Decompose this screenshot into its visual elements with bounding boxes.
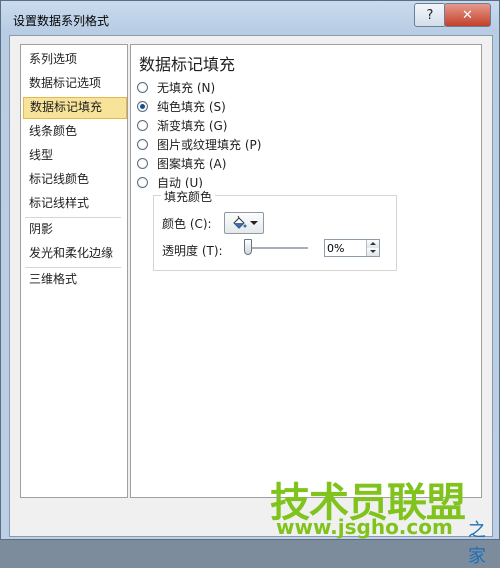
transparency-input[interactable] xyxy=(327,241,365,255)
chevron-down-icon xyxy=(249,221,258,225)
nav-item-marker-line-color[interactable]: 标记线颜色 xyxy=(23,169,125,189)
radio-no-fill[interactable] xyxy=(137,81,148,93)
fill-color-group: 填充颜色 颜色 (C): 透明度 (T): xyxy=(153,188,397,271)
fill-color-dropdown[interactable] xyxy=(224,212,264,234)
nav-divider xyxy=(25,217,121,218)
close-button[interactable]: ✕ xyxy=(444,3,491,27)
close-icon: ✕ xyxy=(462,7,473,23)
transparency-slider-track[interactable] xyxy=(246,247,308,249)
dialog-client-area: 系列选项 数据标记选项 数据标记填充 线条颜色 线型 标记线颜色 标记线样式 阴… xyxy=(9,35,493,537)
help-icon: ? xyxy=(426,7,434,23)
settings-panel: 数据标记填充 无填充 (N) 纯色填充 (S) 渐变填充 (G) 图片或纹理填充… xyxy=(130,44,482,498)
nav-item-3d-format[interactable]: 三维格式 xyxy=(23,269,125,289)
nav-item-marker-line-style[interactable]: 标记线样式 xyxy=(23,193,125,213)
paint-bucket-icon xyxy=(232,215,246,229)
watermark-suffix: 之家 xyxy=(468,520,486,567)
group-title: 填充颜色 xyxy=(161,188,216,205)
radio-gradient-fill[interactable] xyxy=(137,119,148,131)
window-title: 设置数据系列格式 xyxy=(13,14,110,28)
radio-picture-texture-fill[interactable] xyxy=(137,138,148,150)
nav-divider xyxy=(25,267,121,268)
nav-item-shadow[interactable]: 阴影 xyxy=(23,219,125,239)
color-label: 颜色 (C): xyxy=(162,217,212,231)
option-label: 图片或纹理填充 (P) xyxy=(157,137,262,152)
transparency-stepper[interactable] xyxy=(324,239,380,257)
watermark-url: www.jsgho.com xyxy=(276,515,453,539)
option-label: 纯色填充 (S) xyxy=(157,99,226,114)
option-label: 图案填充 (A) xyxy=(157,156,227,171)
nav-item-line-color[interactable]: 线条颜色 xyxy=(23,121,125,141)
option-gradient-fill[interactable]: 渐变填充 (G) xyxy=(137,117,227,133)
title-bar[interactable]: 设置数据系列格式 ? ✕ xyxy=(1,1,499,35)
option-picture-texture-fill[interactable]: 图片或纹理填充 (P) xyxy=(137,136,261,152)
radio-pattern-fill[interactable] xyxy=(137,157,148,169)
nav-item-marker-fill[interactable]: 数据标记填充 xyxy=(23,97,127,119)
transparency-label: 透明度 (T): xyxy=(162,244,223,258)
nav-item-series-options[interactable]: 系列选项 xyxy=(23,49,125,69)
spin-up-button[interactable] xyxy=(366,240,379,248)
category-list: 系列选项 数据标记选项 数据标记填充 线条颜色 线型 标记线颜色 标记线样式 阴… xyxy=(20,44,128,498)
format-data-series-dialog: 设置数据系列格式 ? ✕ 系列选项 数据标记选项 数据标记填充 线条颜色 线型 … xyxy=(0,0,500,540)
nav-item-line-style[interactable]: 线型 xyxy=(23,145,125,165)
transparency-slider-handle[interactable] xyxy=(244,239,252,255)
spin-down-button[interactable] xyxy=(366,248,379,256)
option-pattern-fill[interactable]: 图案填充 (A) xyxy=(137,155,226,171)
option-no-fill[interactable]: 无填充 (N) xyxy=(137,79,215,95)
help-button[interactable]: ? xyxy=(414,3,446,27)
option-label: 无填充 (N) xyxy=(157,80,216,95)
option-solid-fill[interactable]: 纯色填充 (S) xyxy=(137,98,226,114)
option-label: 渐变填充 (G) xyxy=(157,118,228,133)
radio-automatic[interactable] xyxy=(137,176,148,188)
nav-item-glow-soft-edges[interactable]: 发光和柔化边缘 xyxy=(23,243,125,263)
nav-item-marker-options[interactable]: 数据标记选项 xyxy=(23,73,125,93)
page-title: 数据标记填充 xyxy=(139,55,236,74)
radio-solid-fill[interactable] xyxy=(137,100,148,112)
